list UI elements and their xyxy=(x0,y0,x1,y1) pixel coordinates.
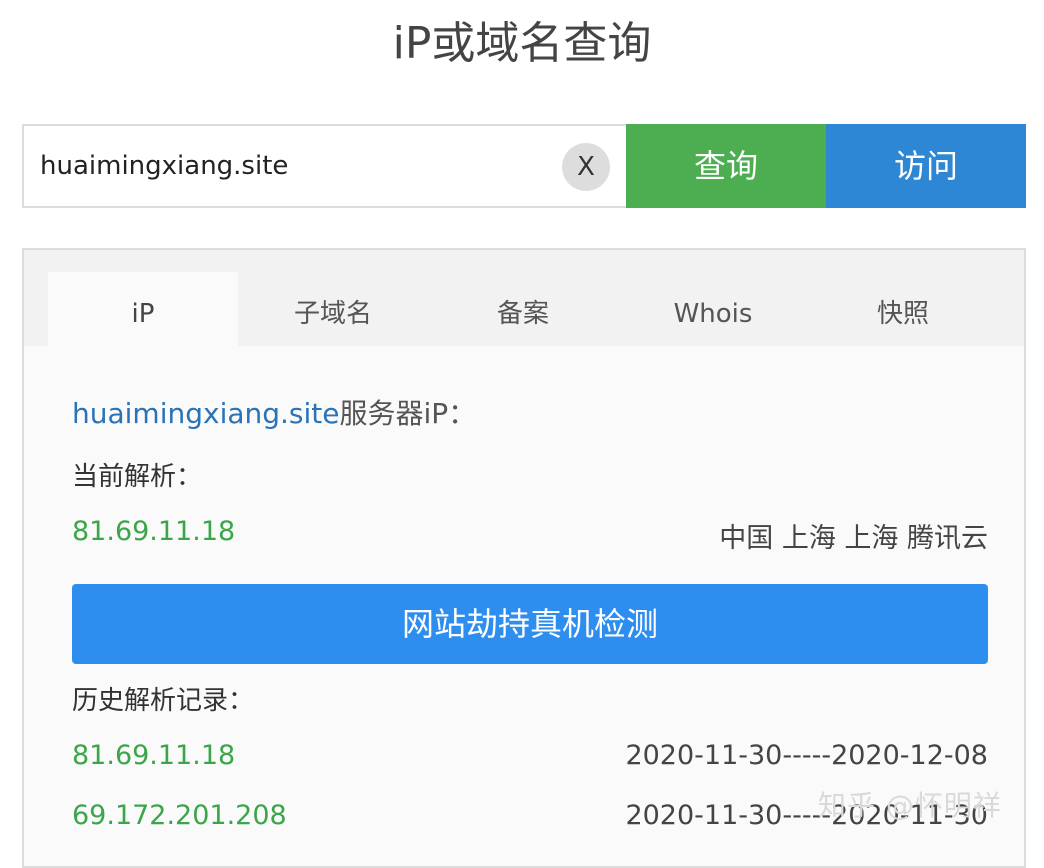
page-title: iP或域名查询 xyxy=(392,18,652,69)
server-ip-heading: huaimingxiang.site服务器iP： xyxy=(72,392,476,432)
current-ip-location: 中国 上海 上海 腾讯云 xyxy=(719,523,988,554)
history-ip: 81.69.11.18 xyxy=(72,740,236,771)
visit-button[interactable]: 访问 xyxy=(826,124,1026,208)
current-ip: 81.69.11.18 xyxy=(72,516,236,547)
server-ip-label: 服务器iP： xyxy=(339,397,477,430)
history-ip: 69.172.201.208 xyxy=(72,800,287,831)
query-button[interactable]: 查询 xyxy=(626,124,826,208)
result-panel: iP 子域名 备案 Whois 快照 huaimingxiang.site服务器… xyxy=(22,248,1026,868)
queried-domain: huaimingxiang.site xyxy=(72,397,340,430)
hijack-detect-button[interactable]: 网站劫持真机检测 xyxy=(72,584,988,664)
tab-snapshot[interactable]: 快照 xyxy=(808,272,998,346)
history-date-range: 2020-11-30-----2020-12-08 xyxy=(625,740,988,771)
search-bar: X 查询 访问 xyxy=(22,124,1026,208)
watermark: 知乎 @怀明祥 xyxy=(818,789,1002,822)
current-resolution-label: 当前解析： xyxy=(72,462,203,492)
tab-icp-record[interactable]: 备案 xyxy=(428,272,618,346)
tab-subdomain[interactable]: 子域名 xyxy=(238,272,428,346)
tab-bar: iP 子域名 备案 Whois 快照 xyxy=(24,250,1024,346)
tab-ip[interactable]: iP xyxy=(48,272,238,346)
search-input[interactable] xyxy=(24,126,560,206)
clear-button[interactable]: X xyxy=(562,143,610,191)
search-input-wrapper: X xyxy=(22,124,626,208)
tab-whois[interactable]: Whois xyxy=(618,272,808,346)
history-label: 历史解析记录： xyxy=(72,686,255,716)
